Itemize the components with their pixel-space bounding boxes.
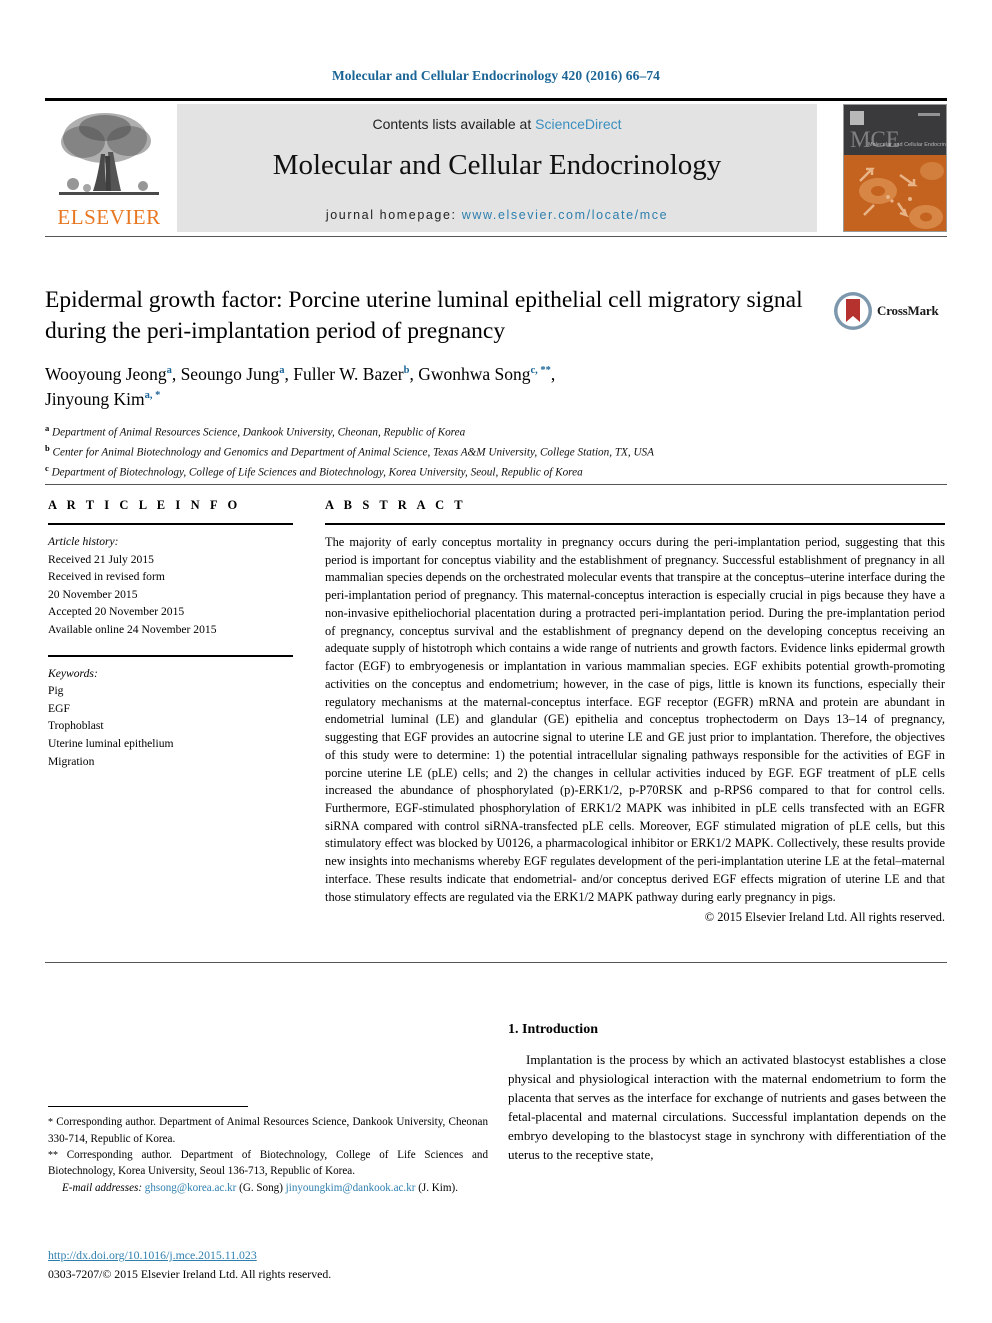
- journal-masthead: ELSEVIER Contents lists available at Sci…: [45, 104, 947, 232]
- homepage-prefix: journal homepage:: [325, 208, 462, 222]
- affiliation-mark: b: [45, 443, 50, 454]
- elsevier-logo: ELSEVIER: [45, 104, 173, 232]
- abstract-column: A B S T R A C T The majority of early co…: [325, 498, 945, 925]
- info-section-top-rule: [45, 484, 947, 485]
- contents-prefix: Contents lists available at: [372, 116, 536, 132]
- abstract-bottom-rule: [45, 962, 947, 963]
- article-history-label: Article history:: [48, 535, 119, 548]
- author-item: Fuller W. Bazerb: [293, 364, 409, 384]
- author-sep: ,: [409, 363, 419, 384]
- abstract-copyright: © 2015 Elsevier Ireland Ltd. All rights …: [704, 910, 945, 925]
- abstract-rule: [325, 523, 945, 525]
- affiliation-item: a Department of Animal Resources Science…: [45, 422, 905, 442]
- title-block: CrossMark Epidermal growth factor: Porci…: [45, 285, 947, 482]
- keywords-group: Keywords: Pig EGF Trophoblast Uterine lu…: [48, 665, 293, 771]
- footnote-block: * Corresponding author. Department of An…: [48, 1114, 488, 1196]
- corresponding-author-2: ** Corresponding author. Department of B…: [48, 1147, 488, 1180]
- sciencedirect-link[interactable]: ScienceDirect: [535, 116, 621, 132]
- author-sep: ,: [171, 363, 181, 384]
- keyword-item: EGF: [48, 701, 70, 715]
- contents-line: Contents lists available at ScienceDirec…: [177, 116, 817, 132]
- journal-title: Molecular and Cellular Endocrinology: [272, 149, 722, 181]
- author-name: Jinyoung Kim: [45, 389, 145, 410]
- issn-copyright-line: 0303-7207/© 2015 Elsevier Ireland Ltd. A…: [48, 1266, 332, 1281]
- masthead-top-rule: [45, 98, 947, 101]
- author-item: Gwonhwa Songc, **: [418, 364, 551, 384]
- keywords-label: Keywords:: [48, 666, 98, 680]
- affiliation-item: b Center for Animal Biotechnology and Ge…: [45, 442, 905, 462]
- crossmark-badge[interactable]: CrossMark: [833, 291, 941, 333]
- author-sep: ,: [550, 363, 556, 384]
- affiliation-text: Center for Animal Biotechnology and Geno…: [52, 446, 654, 459]
- keyword-item: Migration: [48, 754, 95, 768]
- article-info-column: A R T I C L E I N F O Article history: R…: [48, 498, 293, 770]
- elsevier-tree-icon: [53, 108, 165, 208]
- corresponding-author-1: * Corresponding author. Department of An…: [48, 1114, 488, 1147]
- elsevier-wordmark: ELSEVIER: [57, 205, 161, 229]
- author-list: Wooyoung Jeonga, Seoungo Junga, Fuller W…: [45, 362, 845, 414]
- author-sep: ,: [284, 363, 294, 384]
- keyword-item: Pig: [48, 684, 64, 698]
- doi-block: http://dx.doi.org/10.1016/j.mce.2015.11.…: [48, 1246, 488, 1284]
- history-item: Received in revised form: [48, 570, 165, 584]
- email-link-kim[interactable]: jinyoungkim@dankook.ac.kr: [286, 1182, 416, 1194]
- email-label: E-mail addresses:: [62, 1181, 143, 1194]
- keyword-item: Uterine luminal epithelium: [48, 737, 174, 751]
- svg-text:Molecular and Cellular Endocri: Molecular and Cellular Endocrinology: [868, 142, 947, 148]
- affiliation-item: c Department of Biotechnology, College o…: [45, 462, 905, 482]
- corresponding-mark-1: *: [48, 1117, 53, 1128]
- affiliation-mark: a: [45, 423, 50, 434]
- introduction-paragraph: Implantation is the process by which an …: [508, 1052, 946, 1162]
- homepage-link[interactable]: www.elsevier.com/locate/mce: [462, 208, 668, 222]
- svg-text:MCE: MCE: [850, 127, 900, 152]
- affiliation-mark: c: [45, 462, 49, 473]
- author-item: Seoungo Junga: [181, 364, 285, 384]
- sciencedirect-band: Contents lists available at ScienceDirec…: [177, 104, 817, 232]
- history-item: Accepted 20 November 2015: [48, 605, 185, 619]
- article-info-heading: A R T I C L E I N F O: [48, 498, 241, 512]
- corresponding-mark-2: **: [48, 1149, 58, 1161]
- page-title: Epidermal growth factor: Porcine uterine…: [45, 287, 803, 345]
- article-info-rule: [48, 523, 293, 525]
- article-page: Molecular and Cellular Endocrinology 420…: [0, 0, 992, 1323]
- affiliation-list: a Department of Animal Resources Science…: [45, 422, 905, 481]
- masthead-bottom-rule: [45, 236, 947, 237]
- footnote-rule: [48, 1106, 248, 1107]
- introduction-column: 1. Introduction Implantation is the proc…: [508, 1022, 946, 1165]
- author-name: Gwonhwa Song: [418, 363, 531, 384]
- email-link-song[interactable]: ghsong@korea.ac.kr: [145, 1182, 237, 1194]
- abstract-text: The majority of early conceptus mortalit…: [325, 535, 945, 904]
- running-head: Molecular and Cellular Endocrinology 420…: [331, 68, 661, 83]
- email-addresses: E-mail addresses: ghsong@korea.ac.kr (G.…: [48, 1180, 488, 1196]
- journal-homepage-line: journal homepage: www.elsevier.com/locat…: [177, 208, 817, 222]
- crossmark-label: CrossMark: [877, 303, 939, 318]
- keywords-rule: [48, 654, 293, 657]
- doi-link[interactable]: http://dx.doi.org/10.1016/j.mce.2015.11.…: [48, 1246, 488, 1265]
- author-name: Seoungo Jung: [180, 363, 280, 384]
- history-item: 20 November 2015: [48, 587, 138, 601]
- history-item: Available online 24 November 2015: [48, 623, 217, 637]
- journal-cover-thumbnail: MCE Molecular and Cellular Endocrinology: [843, 104, 947, 232]
- history-item: Received 21 July 2015: [48, 552, 154, 566]
- affiliation-text: Department of Biotechnology, College of …: [51, 466, 583, 479]
- corresponding-text-1: Corresponding author. Department of Anim…: [48, 1116, 488, 1145]
- crossmark-icon: [833, 291, 873, 331]
- email-owner-song: (G. Song): [239, 1181, 283, 1194]
- article-history-group: Article history: Received 21 July 2015 R…: [48, 533, 293, 639]
- author-item: Wooyoung Jeonga: [45, 364, 172, 384]
- corresponding-text-2: Corresponding author. Department of Biot…: [48, 1148, 489, 1178]
- keyword-item: Trophoblast: [48, 719, 104, 733]
- author-affil-mark: c, **: [530, 364, 551, 376]
- introduction-heading: 1. Introduction: [508, 1022, 598, 1037]
- author-item: Jinyoung Kima, *: [45, 389, 160, 409]
- author-affil-mark: a, *: [144, 390, 161, 402]
- author-name: Fuller W. Bazer: [293, 363, 404, 384]
- abstract-heading: A B S T R A C T: [325, 498, 467, 512]
- email-owner-kim: (J. Kim).: [418, 1181, 458, 1194]
- author-name: Wooyoung Jeong: [45, 363, 167, 384]
- affiliation-text: Department of Animal Resources Science, …: [52, 427, 466, 440]
